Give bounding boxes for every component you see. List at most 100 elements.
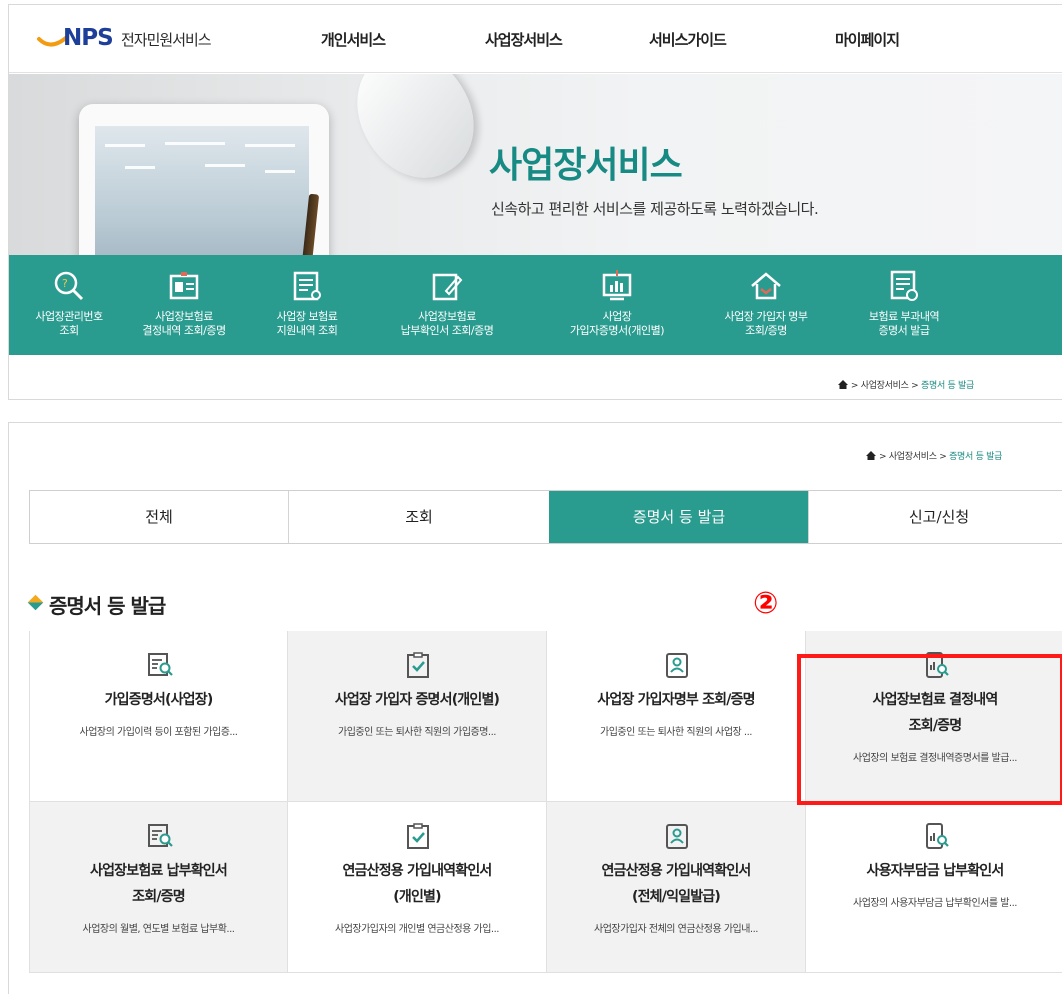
global-nav: NPS 전자민원서비스 개인서비스 사업장서비스 서비스가이드 마이페이지	[9, 5, 1062, 73]
card-title-line: 사용자부담금 납부확인서	[866, 863, 1005, 879]
tab-all[interactable]: 전체	[29, 491, 288, 543]
step-marker: ②	[753, 586, 779, 621]
tab-report-apply[interactable]: 신고/신청	[808, 491, 1062, 543]
card-description: 가입중인 또는 퇴사한 직원의 사업장 ...	[600, 727, 752, 738]
quick-menu-label: 증명서 발급	[878, 324, 930, 337]
logo-subtitle: 전자민원서비스	[121, 31, 212, 49]
quick-menu-item[interactable]: ? 사업장관리번호 조회	[9, 255, 129, 355]
card-description: 사업장의 월별, 연도별 보험료 납부확...	[82, 924, 235, 935]
search-icon: ?	[54, 271, 84, 301]
quick-menu-label: 사업장 보험료	[276, 310, 338, 323]
card-title: 사업장 가입자 증명서(개인별)	[288, 687, 546, 713]
tab-inquiry[interactable]: 조회	[288, 491, 549, 543]
quick-menu-label: 사업장	[602, 310, 632, 323]
bottom-panel: > 사업장서비스 > 증명서 등 발급 전체 조회 증명서 등 발급 신고/신청…	[8, 422, 1062, 994]
banner-subtitle: 신속하고 편리한 서비스를 제공하도록 노력하겠습니다.	[491, 200, 819, 218]
breadcrumb-item[interactable]: 사업장서비스	[889, 452, 937, 462]
document-icon	[293, 271, 321, 301]
quick-menu-item[interactable]: 사업장보험료 결정내역 조회/증명	[124, 255, 244, 355]
breadcrumb-current: 증명서 등 발급	[949, 452, 1003, 462]
clipboard-check-icon	[407, 823, 429, 849]
card-description: 사업장의 사용자부담금 납부확인서를 발...	[853, 898, 1017, 909]
quick-menu-label: 사업장관리번호	[35, 310, 103, 323]
service-card[interactable]: 연금산정용 가입내역확인서 (개인별) 사업장가입자의 개인별 연금산정용 가입.…	[288, 802, 547, 973]
quick-menu-item[interactable]: 보험료 부과내역 증명서 발급	[844, 255, 964, 355]
home-icon[interactable]	[837, 380, 848, 389]
section-title: 증명서 등 발급	[49, 594, 166, 618]
card-title-line: 연금산정용 가입내역확인서	[601, 863, 751, 879]
card-description: 사업장가입자 전체의 연금산정용 가입내...	[594, 924, 758, 935]
card-title: 연금산정용 가입내역확인서 (전체/익일발급)	[547, 858, 805, 910]
card-title: 가입증명서(사업장)	[30, 687, 287, 713]
card-title-line: (전체/익일발급)	[632, 889, 721, 905]
edit-document-icon	[432, 273, 463, 301]
tab-certificate-issue[interactable]: 증명서 등 발급	[549, 491, 808, 543]
person-card-icon	[666, 653, 688, 678]
nav-service-guide[interactable]: 서비스가이드	[649, 29, 727, 50]
breadcrumb: > 사업장서비스 > 증명서 등 발급	[866, 449, 1002, 462]
service-card[interactable]: 사용자부담금 납부확인서 사업장의 사용자부담금 납부확인서를 발...	[806, 802, 1062, 973]
document-search-icon	[148, 653, 173, 676]
quick-menu-item[interactable]: 사업장 가입자 명부 조회/증명	[706, 255, 826, 355]
service-card[interactable]: 가입증명서(사업장) 사업장의 가입이력 등이 포함된 가입증...	[29, 631, 288, 802]
card-title-line: (개인별)	[393, 889, 441, 905]
service-card[interactable]: 사업장 가입자명부 조회/증명 가입중인 또는 퇴사한 직원의 사업장 ...	[547, 631, 806, 802]
quick-menu-item[interactable]: 사업장보험료 납부확인서 조회/증명	[387, 255, 507, 355]
breadcrumb: > 사업장서비스 > 증명서 등 발급	[837, 378, 974, 391]
category-tabs: 전체 조회 증명서 등 발급 신고/신청	[29, 490, 1062, 544]
diamond-bullet-icon	[27, 594, 44, 611]
card-title-line: 사업장보험료 납부확인서	[90, 863, 228, 879]
card-title: 연금산정용 가입내역확인서 (개인별)	[288, 858, 546, 910]
breadcrumb-current: 증명서 등 발급	[920, 381, 974, 391]
card-description: 사업장의 보험료 결정내역증명서를 발급...	[853, 753, 1017, 764]
card-description: 사업장의 가입이력 등이 포함된 가입증...	[79, 727, 238, 738]
service-card-grid: 가입증명서(사업장) 사업장의 가입이력 등이 포함된 가입증... 사업장 가…	[29, 631, 1062, 973]
nav-personal-service[interactable]: 개인서비스	[321, 29, 386, 50]
breadcrumb-item[interactable]: 사업장서비스	[861, 381, 909, 391]
phone-chart-search-icon	[926, 823, 949, 849]
card-description: 가입중인 또는 퇴사한 직원의 가입증명...	[338, 727, 496, 738]
quick-menu-label: 사업장보험료	[155, 310, 213, 323]
person-card-icon	[666, 824, 688, 849]
house-icon	[751, 272, 781, 300]
quick-menu-label: 사업장 가입자 명부	[724, 310, 808, 323]
card-title-line: 사업장 가입자명부 조회/증명	[597, 692, 755, 708]
phone-chart-search-icon	[926, 652, 949, 678]
svg-text:?: ?	[62, 277, 68, 290]
card-title-line: 연금산정용 가입내역확인서	[342, 863, 492, 879]
service-card[interactable]: 사업장보험료 납부확인서 조회/증명 사업장의 월별, 연도별 보험료 납부확..…	[29, 802, 288, 973]
tablet-image	[79, 104, 329, 260]
monitor-chart-icon	[602, 270, 632, 301]
card-title: 사업장보험료 납부확인서 조회/증명	[30, 858, 287, 910]
quick-menu-label: 결정내역 조회/증명	[142, 324, 226, 337]
home-icon[interactable]	[866, 451, 876, 460]
breadcrumb-separator: >	[879, 452, 889, 462]
service-card[interactable]: 사업장보험료 결정내역 조회/증명 사업장의 보험료 결정내역증명서를 발급...	[806, 631, 1062, 802]
quick-menu-item[interactable]: 사업장 가입자증명서(개인별)	[557, 255, 677, 355]
card-title-line: 조회/증명	[908, 718, 962, 734]
service-card[interactable]: 사업장 가입자 증명서(개인별) 가입중인 또는 퇴사한 직원의 가입증명...	[288, 631, 547, 802]
top-panel: NPS 전자민원서비스 개인서비스 사업장서비스 서비스가이드 마이페이지 사업…	[8, 4, 1062, 400]
logo-text: NPS	[63, 25, 114, 51]
card-title: 사용자부담금 납부확인서	[806, 858, 1062, 884]
card-title-line: 가입증명서(사업장)	[104, 692, 214, 708]
quick-menu-item[interactable]: 사업장 보험료 지원내역 조회	[247, 255, 367, 355]
document-check-icon	[890, 270, 918, 301]
service-card[interactable]: 연금산정용 가입내역확인서 (전체/익일발급) 사업장가입자 전체의 연금산정용 …	[547, 802, 806, 973]
nps-logo[interactable]: NPS 전자민원서비스	[37, 21, 247, 57]
card-title: 사업장 가입자명부 조회/증명	[547, 687, 805, 713]
breadcrumb-separator: >	[908, 381, 921, 391]
quick-menu-label: 사업장보험료	[418, 310, 476, 323]
quick-menu-label: 지원내역 조회	[276, 324, 338, 337]
quick-menu-bar: ? 사업장관리번호 조회 사업장보험료 결정내역 조회/증명 사업장 보험료 지원내역…	[9, 255, 1062, 355]
breadcrumb-separator: >	[936, 452, 950, 462]
card-description: 사업장가입자의 개인별 연금산정용 가입...	[335, 924, 499, 935]
nav-business-service[interactable]: 사업장서비스	[485, 29, 563, 50]
clipboard-check-icon	[407, 652, 429, 678]
quick-menu-label: 가입자증명서(개인별)	[569, 324, 665, 337]
id-card-icon	[169, 272, 199, 300]
nav-my-page[interactable]: 마이페이지	[835, 29, 900, 50]
quick-menu-label: 조회/증명	[745, 324, 787, 337]
quick-menu-label: 조회	[59, 324, 79, 337]
banner-title: 사업장서비스	[489, 145, 683, 186]
